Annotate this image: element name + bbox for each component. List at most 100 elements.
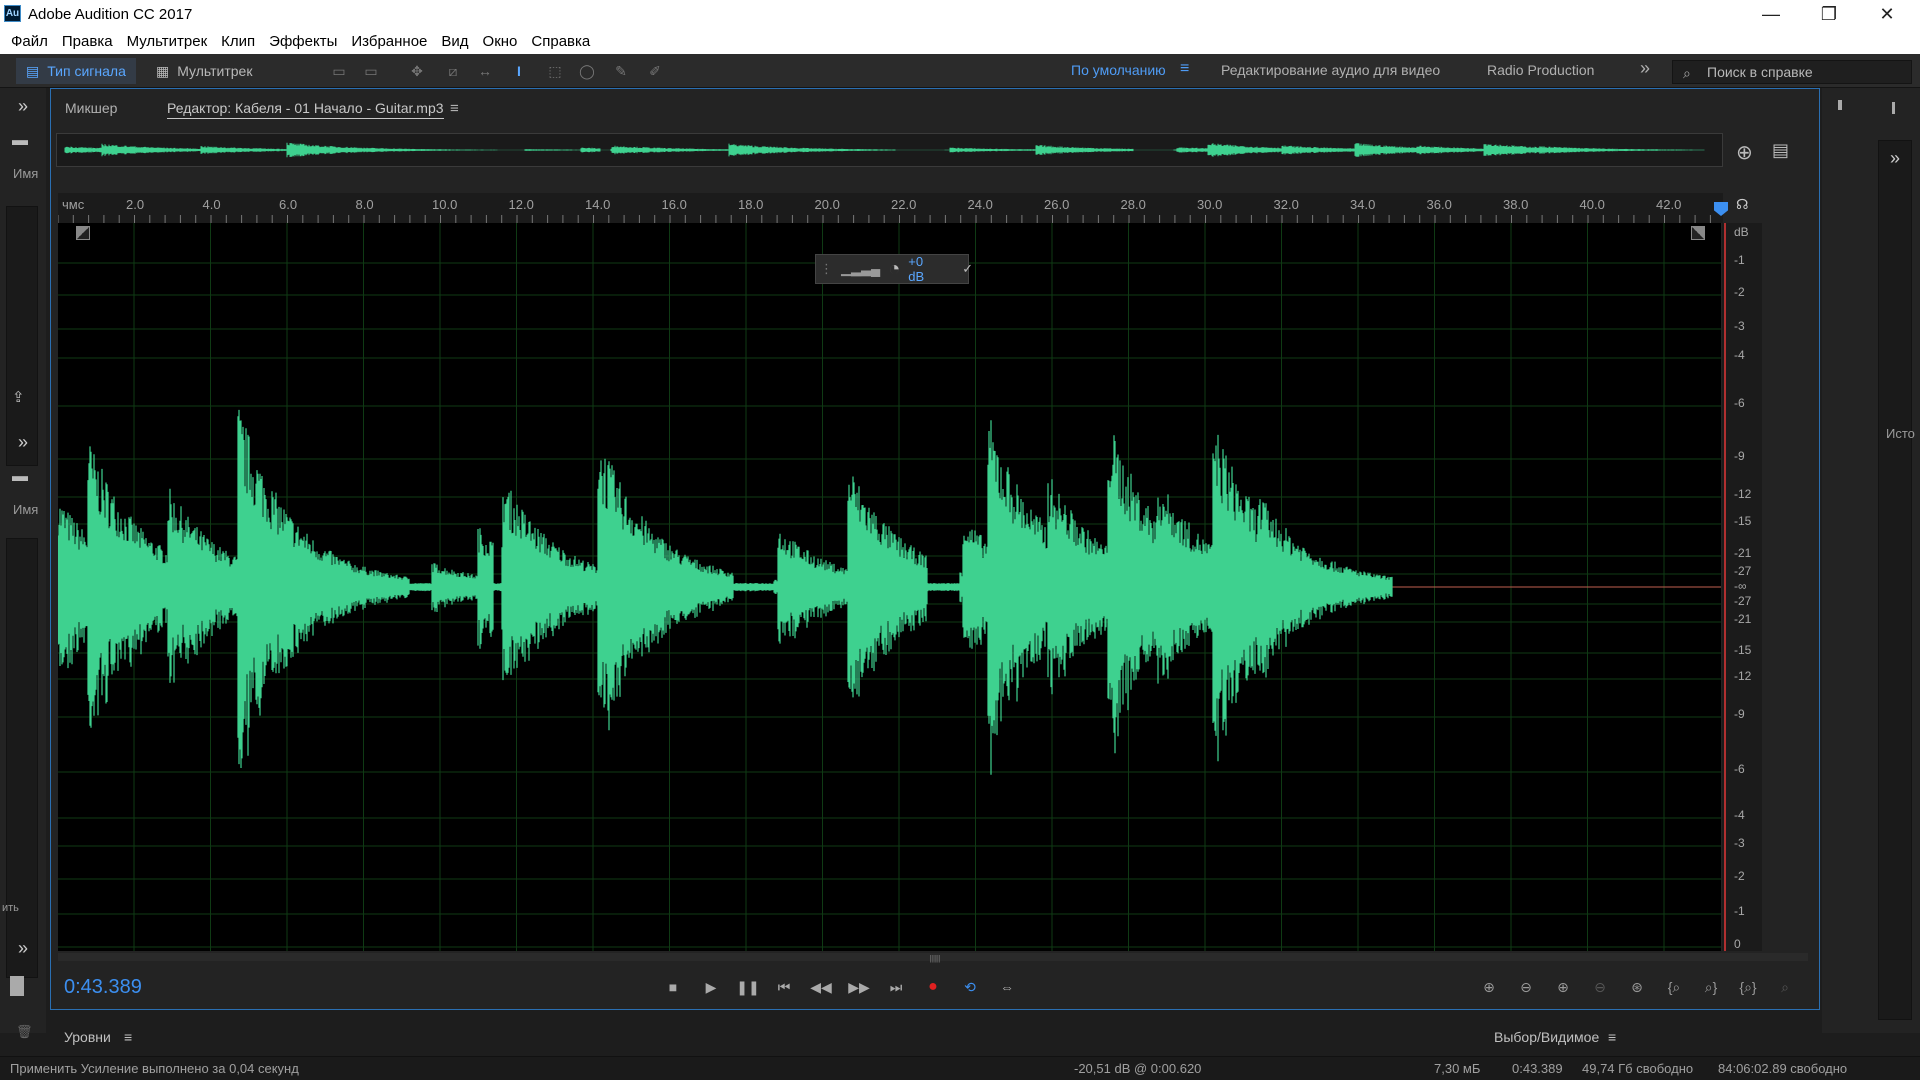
workspace-menu-icon[interactable]: ≡ bbox=[1180, 60, 1189, 78]
waveform-mode-button[interactable]: ▤ Тип сигнала bbox=[16, 58, 136, 84]
headphones-icon[interactable]: ☊ bbox=[1736, 196, 1748, 213]
zoom-in-time-icon[interactable]: ⊕ bbox=[1548, 975, 1578, 999]
db-tick-label: -6 bbox=[1734, 762, 1745, 776]
lasso-tool-icon[interactable]: ◯ bbox=[576, 60, 598, 82]
db-tick-label: -27 bbox=[1734, 594, 1752, 608]
time-selection-tool-icon[interactable]: I bbox=[508, 60, 530, 82]
menu-multitrack[interactable]: Мультитрек bbox=[120, 33, 215, 50]
zoom-out-point-icon[interactable]: ⌕} bbox=[1696, 975, 1726, 999]
files-name-label: Имя bbox=[13, 166, 39, 181]
hud-drag-icon[interactable]: ⋮ bbox=[820, 261, 833, 277]
razor-tool-icon[interactable]: ⧄ bbox=[442, 60, 464, 82]
overview-strip[interactable] bbox=[56, 133, 1723, 167]
tab-menu-icon[interactable]: ≡ bbox=[450, 100, 459, 117]
expand-panel-chevron-icon-2[interactable]: » bbox=[18, 432, 28, 453]
scroll-grip-icon[interactable]: ||||| bbox=[920, 954, 950, 963]
db-tick-label: -21 bbox=[1734, 612, 1752, 626]
folder-icon[interactable]: ▬ bbox=[12, 132, 28, 150]
play-button[interactable]: ▶ bbox=[697, 975, 725, 999]
menu-favorites[interactable]: Избранное bbox=[344, 33, 434, 50]
title-bar: Au Adobe Audition CC 2017 — ❐ ✕ bbox=[0, 0, 1920, 28]
zoom-selection-icon[interactable]: {⌕} bbox=[1733, 975, 1763, 999]
record-button[interactable]: ● bbox=[919, 975, 947, 999]
workspace-default[interactable]: По умолчанию bbox=[1071, 62, 1166, 78]
hud-level-icon: ▁▂▃▄ bbox=[841, 261, 881, 276]
time-ruler[interactable]: чмс 2.0 4.0 6.0 8.0 10.0 12.0 14.0 16.0 18.0 20.0… bbox=[58, 193, 1723, 223]
workspace-audio-for-video[interactable]: Редактирование аудио для видео bbox=[1221, 62, 1440, 78]
status-message: Применить Усиление выполнено за 0,04 сек… bbox=[10, 1061, 299, 1076]
spot-healing-tool-icon[interactable]: ✐ bbox=[644, 60, 666, 82]
import-icon[interactable]: ⇪ bbox=[12, 388, 25, 406]
menu-help[interactable]: Справка bbox=[524, 33, 597, 50]
menu-view[interactable]: Вид bbox=[434, 33, 475, 50]
hud-pin-icon[interactable]: ✓ bbox=[962, 261, 973, 277]
hud-gain-value[interactable]: +0 dB bbox=[908, 254, 924, 284]
loop-button[interactable]: ⟲ bbox=[956, 975, 984, 999]
hud-knob-icon[interactable]: ◔ bbox=[888, 258, 900, 281]
multitrack-mode-button[interactable]: ▦ Мультитрек bbox=[146, 58, 262, 84]
move-tool-icon[interactable]: ✥ bbox=[406, 60, 428, 82]
expand-panel-chevron-icon[interactable]: » bbox=[18, 96, 28, 117]
expand-right-panel-chevron-icon[interactable]: » bbox=[1890, 148, 1900, 169]
slip-tool-icon[interactable]: ↔ bbox=[474, 60, 496, 82]
panel-menu-icon[interactable]: ▤ bbox=[1772, 140, 1789, 161]
current-time-display[interactable]: 0:43.389 bbox=[64, 976, 142, 999]
fast-forward-button[interactable]: ▶▶ bbox=[845, 975, 873, 999]
maximize-button[interactable]: ❐ bbox=[1814, 4, 1844, 25]
close-button[interactable]: ✕ bbox=[1872, 4, 1902, 25]
next-button[interactable]: ⏭ bbox=[882, 975, 910, 999]
zoom-to-selection-icon[interactable]: ⊕ bbox=[1736, 140, 1753, 165]
tab-editor[interactable]: Редактор: Кабеля - 01 Начало - Guitar.mp… bbox=[167, 100, 444, 119]
help-search-input[interactable]: ⌕ Поиск в справке bbox=[1672, 60, 1912, 84]
multitrack-mode-icon: ▦ bbox=[156, 62, 170, 79]
zoom-full-icon[interactable]: ⊛ bbox=[1622, 975, 1652, 999]
menu-window[interactable]: Окно bbox=[476, 33, 525, 50]
menu-file[interactable]: Файл bbox=[4, 33, 55, 50]
spectral-display-icon[interactable]: ▭ bbox=[360, 60, 382, 82]
skip-selection-button[interactable]: ⇔ bbox=[993, 975, 1021, 999]
play-preview-icon[interactable] bbox=[10, 976, 24, 996]
zoom-in-point-icon[interactable]: {⌕ bbox=[1659, 975, 1689, 999]
tab-mixer[interactable]: Микшер bbox=[65, 100, 117, 116]
brush-tool-icon[interactable]: ✎ bbox=[610, 60, 632, 82]
levels-menu-icon[interactable]: ≡ bbox=[124, 1022, 132, 1052]
db-tick-label: -3 bbox=[1734, 836, 1745, 850]
panel-divider-icon-2[interactable] bbox=[1892, 102, 1895, 114]
frequency-display-icon[interactable]: ▭ bbox=[328, 60, 350, 82]
zoom-out-amplitude-icon[interactable]: ⊖ bbox=[1511, 975, 1541, 999]
db-tick-label: -9 bbox=[1734, 449, 1745, 463]
help-search-placeholder: Поиск в справке bbox=[1707, 64, 1813, 80]
menu-effects[interactable]: Эффекты bbox=[262, 33, 344, 50]
fade-out-handle[interactable] bbox=[1691, 226, 1705, 240]
db-tick-label: -4 bbox=[1734, 808, 1745, 822]
db-tick-label: -3 bbox=[1734, 319, 1745, 333]
selection-view-panel-title[interactable]: Выбор/Видимое bbox=[1494, 1022, 1599, 1052]
pause-button[interactable]: ❚❚ bbox=[734, 975, 762, 999]
workspace-radio-production[interactable]: Radio Production bbox=[1487, 62, 1594, 78]
marquee-tool-icon[interactable]: ⬚ bbox=[544, 60, 566, 82]
menu-edit[interactable]: Правка bbox=[55, 33, 120, 50]
menu-bar: Файл Правка Мультитрек Клип Эффекты Избр… bbox=[0, 28, 1920, 54]
gain-hud[interactable]: ⋮ ▁▂▃▄ ◔ +0 dB ✓ bbox=[815, 254, 973, 284]
db-tick-label: -15 bbox=[1734, 514, 1752, 528]
more-workspaces-icon[interactable]: » bbox=[1640, 58, 1650, 79]
menu-clip[interactable]: Клип bbox=[214, 33, 262, 50]
zoom-reset-icon[interactable]: ⌕ bbox=[1770, 975, 1800, 999]
waveform-display[interactable] bbox=[58, 223, 1721, 951]
zoom-out-time-icon[interactable]: ⊖ bbox=[1585, 975, 1615, 999]
db-tick-label: -4 bbox=[1734, 348, 1745, 362]
previous-button[interactable]: ⏮ bbox=[770, 975, 798, 999]
trash-icon[interactable]: 🗑 bbox=[16, 1024, 33, 1040]
rewind-button[interactable]: ◀◀ bbox=[807, 975, 835, 999]
levels-panel-title[interactable]: Уровни bbox=[64, 1022, 111, 1052]
db-tick-label: -27 bbox=[1734, 564, 1752, 578]
minimize-button[interactable]: — bbox=[1756, 4, 1786, 25]
panel-divider-icon[interactable] bbox=[1838, 100, 1842, 110]
expand-panel-chevron-icon-3[interactable]: » bbox=[18, 938, 28, 959]
folder-icon-2[interactable]: ▬ bbox=[12, 468, 28, 486]
fade-in-handle[interactable] bbox=[76, 226, 90, 240]
stop-button[interactable]: ■ bbox=[659, 975, 687, 999]
selection-menu-icon[interactable]: ≡ bbox=[1608, 1022, 1616, 1052]
db-scale: dB -1 -2 -3 -4 -6 -9 -12 -15 -21 -27 -∞ -27 -21 -15 -1… bbox=[1722, 223, 1762, 951]
zoom-in-amplitude-icon[interactable]: ⊕ bbox=[1474, 975, 1504, 999]
